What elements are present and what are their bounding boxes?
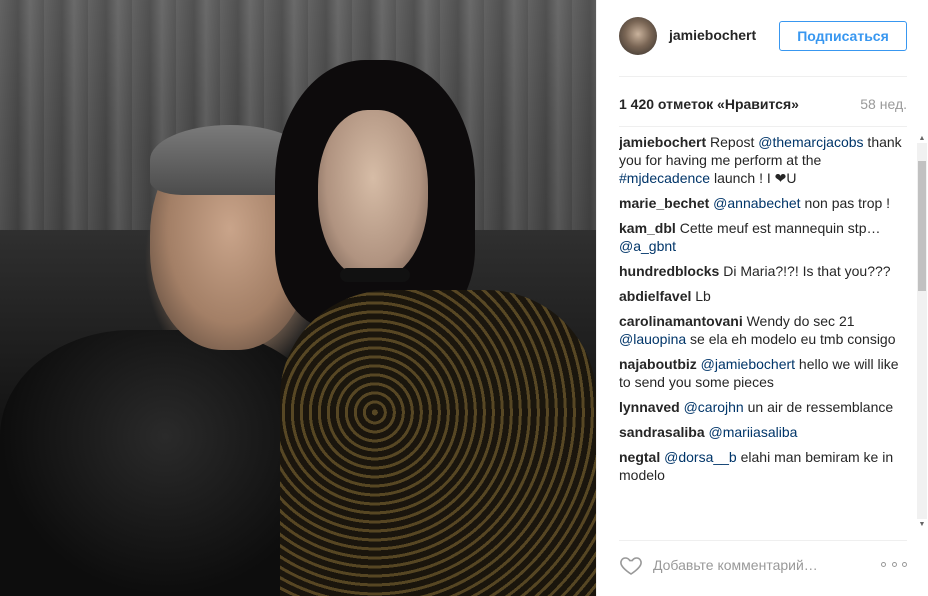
comment-username[interactable]: kam_dbl (619, 220, 676, 236)
comment-item: negtal @dorsa__b elahi man bemiram ke in… (619, 448, 907, 484)
comment-item: hundredblocks Di Maria?!?! Is that you??… (619, 262, 907, 280)
photo-woman-face (318, 110, 428, 280)
comment-username[interactable]: carolinamantovani (619, 313, 743, 329)
comment-username[interactable]: najaboutbiz (619, 356, 697, 372)
comment-item: kam_dbl Cette meuf est mannequin stp… @a… (619, 219, 907, 255)
dot-icon (902, 561, 907, 567)
avatar[interactable] (619, 17, 657, 55)
more-options-icon[interactable] (881, 554, 907, 574)
scroll-down-arrow-icon[interactable]: ▼ (917, 519, 927, 529)
follow-button[interactable]: Подписаться (779, 21, 907, 51)
divider (619, 540, 907, 541)
comment-text: non pas trop ! (800, 195, 891, 211)
comment-item: najaboutbiz @jamiebochert hello we will … (619, 355, 907, 391)
post-photo[interactable] (0, 0, 596, 596)
comment-text: un air de ressemblance (743, 399, 894, 415)
comment-mention-link[interactable]: @jamiebochert (701, 356, 795, 372)
scroll-up-arrow-icon[interactable]: ▲ (917, 133, 927, 143)
comment-username[interactable]: marie_bechet (619, 195, 709, 211)
comment-text: Di Maria?!?! Is that you??? (723, 263, 891, 279)
comments-scrollbar[interactable]: ▲ ▼ (917, 133, 927, 529)
comment-mention-link[interactable]: @carojhn (684, 399, 744, 415)
author-username[interactable]: jamiebochert (669, 27, 756, 43)
comment-item: lynnaved @carojhn un air de ressemblance (619, 398, 907, 416)
comment-text: Wendy do sec 21 (746, 313, 855, 329)
comment-input[interactable] (653, 555, 873, 575)
comment-text: Repost (710, 134, 759, 150)
photo-choker (340, 268, 410, 282)
comment-mention-link[interactable]: @dorsa__b (664, 449, 737, 465)
comment-item: abdielfavel Lb (619, 287, 907, 305)
comment-mention-link[interactable]: @lauopina (619, 331, 686, 347)
comment-mention-link[interactable]: @annabechet (713, 195, 800, 211)
likes-row: 1 420 отметок «Нравится» 58 нед. (619, 96, 907, 114)
divider (619, 76, 907, 77)
comment-text: launch ! I ❤U (710, 170, 797, 186)
comment-text: elahi man bemiram ke in modelo (619, 449, 894, 483)
comments-list[interactable]: jamiebochert Repost @themarcjacobs thank… (619, 133, 907, 537)
scroll-thumb[interactable] (918, 161, 926, 291)
comment-username[interactable]: lynnaved (619, 399, 680, 415)
comment-item: marie_bechet @annabechet non pas trop ! (619, 194, 907, 212)
comment-text: Cette meuf est mannequin stp… (679, 220, 881, 236)
photo-woman-dress (280, 290, 596, 596)
comment-text: Lb (695, 288, 711, 304)
post-header: jamiebochert Подписаться (597, 0, 928, 76)
comment-item: carolinamantovani Wendy do sec 21 @lauop… (619, 312, 907, 348)
comment-text: se ela eh modelo eu tmb consigo (686, 331, 896, 347)
comment-username[interactable]: jamiebochert (619, 134, 706, 150)
comment-mention-link[interactable]: @a_gbnt (619, 238, 676, 254)
post-sidebar: jamiebochert Подписаться 1 420 отметок «… (596, 0, 928, 596)
comment-item: jamiebochert Repost @themarcjacobs thank… (619, 133, 907, 187)
comment-username[interactable]: negtal (619, 449, 660, 465)
post-time[interactable]: 58 нед. (860, 96, 907, 112)
heart-icon[interactable] (619, 553, 643, 577)
comment-username[interactable]: sandrasaliba (619, 424, 705, 440)
comment-mention-link[interactable]: #mjdecadence (619, 170, 710, 186)
dot-icon (891, 561, 897, 567)
comment-username[interactable]: hundredblocks (619, 263, 719, 279)
comment-username[interactable]: abdielfavel (619, 288, 691, 304)
likes-count[interactable]: 1 420 отметок «Нравится» (619, 96, 799, 112)
comment-bar (619, 550, 907, 580)
dot-icon (881, 561, 886, 567)
comment-mention-link[interactable]: @mariiasaliba (709, 424, 798, 440)
divider (619, 126, 907, 127)
comment-mention-link[interactable]: @themarcjacobs (758, 134, 863, 150)
comment-item: sandrasaliba @mariiasaliba (619, 423, 907, 441)
